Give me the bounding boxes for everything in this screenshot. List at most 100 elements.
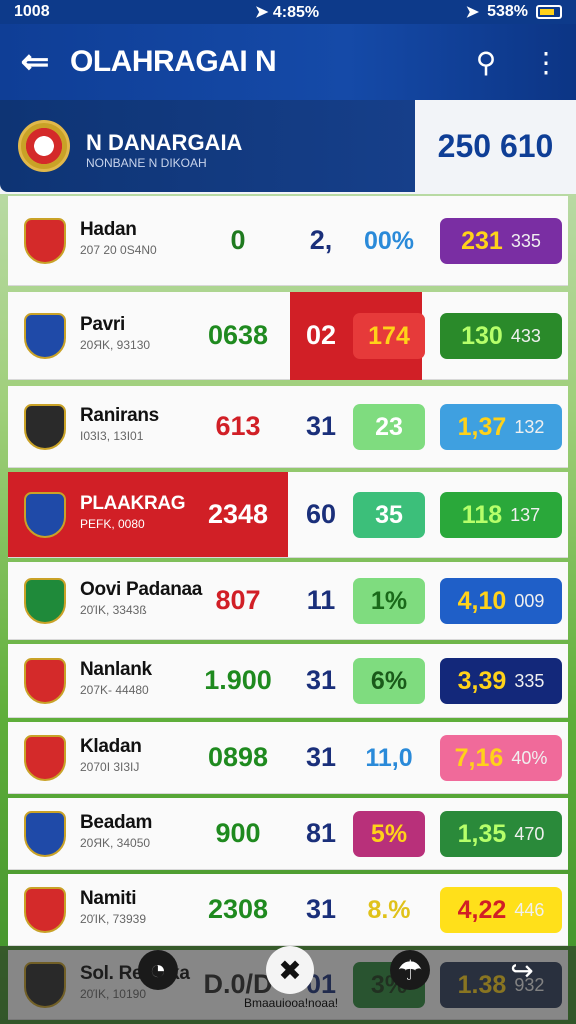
stat-value-2: 2, [309, 225, 333, 255]
stat-value-2: 31 [305, 665, 337, 695]
team-subtitle: 20ΊK, 73939 [80, 912, 146, 926]
back-menu-icon[interactable]: ⇐ [0, 42, 70, 82]
tools-icon[interactable]: ✖ [266, 946, 314, 994]
team-row[interactable]: PLAAKRAG PEFK, 0080 2348 60 35 118 137 [8, 472, 568, 558]
odds-button[interactable]: 1,35 470 [440, 811, 562, 857]
whistle-icon[interactable]: ☂ [390, 950, 430, 990]
status-right: ➤ 538% [466, 2, 562, 22]
odds-main-value: 1,35 [457, 819, 507, 848]
stat-value-1: 2308 [207, 894, 269, 924]
odds-secondary-value: 009 [514, 590, 545, 611]
team-name: Namiti [80, 888, 137, 909]
odds-main-value: 4,10 [457, 586, 507, 615]
stat-value-2: 60 [305, 499, 337, 529]
team-logo-icon [24, 811, 66, 857]
team-row[interactable]: Nanlank 207K- 44480 1.900 31 6% 3,39 335 [8, 644, 568, 718]
stat-badge: 35 [353, 492, 425, 538]
stat-badge: 5% [353, 811, 425, 857]
odds-button[interactable]: 7,16 40% [440, 735, 562, 781]
team-subtitle: 20ЯK, 34050 [80, 836, 151, 850]
stat-badge: 8.% [367, 895, 411, 924]
app-bar: ⇐ OLAHRAGAI N ⚲ ⋮ [0, 24, 576, 100]
featured-score: 250 610 [437, 127, 554, 164]
stat-value-1: 0638 [207, 320, 269, 350]
team-name: PLAAKRAG [80, 493, 186, 514]
team-subtitle: I03I3, 13I01 [80, 429, 144, 443]
team-name: Nanlank [80, 659, 152, 680]
page-title: OLAHRAGAI N [70, 45, 277, 78]
stat-value-2: 11 [306, 585, 336, 615]
team-name: Beadam [80, 812, 153, 833]
odds-secondary-value: 132 [514, 416, 545, 437]
odds-button[interactable]: 4,22 446 [440, 887, 562, 933]
odds-main-value: 4,22 [457, 895, 507, 924]
stat-value-2: 31 [305, 894, 337, 924]
team-row[interactable]: Hadan 207 20 0S4N0 0 2, 00% 231 335 [8, 196, 568, 286]
team-name: Hadan [80, 219, 137, 240]
stat-value-2: 02 [305, 320, 337, 350]
stat-value-2: 81 [305, 818, 337, 848]
status-location: ➤ 4:85% [255, 4, 320, 21]
team-row[interactable]: Kladan 2070I 3I3IJ 0898 31 11,0 7,16 40% [8, 722, 568, 794]
odds-main-value: 7,16 [454, 743, 504, 772]
featured-team-subtitle: NONBANE N DIKOAH [86, 156, 207, 170]
stat-value-1: 807 [215, 585, 261, 615]
stat-value-1: 2348 [207, 499, 269, 529]
status-center-text: 4:85% [272, 4, 320, 21]
team-name: Ranirans [80, 405, 159, 426]
stat-value-1: 900 [215, 818, 261, 848]
team-row[interactable]: Beadam 20ЯK, 34050 900 81 5% 1,35 470 [8, 798, 568, 870]
stat-value-1: 1.900 [204, 665, 272, 695]
featured-team-name: N DANARGAIA [86, 130, 243, 155]
team-name: Pavri [80, 314, 125, 335]
status-time: 1008 [14, 3, 50, 20]
more-options-icon[interactable]: ⋮ [516, 46, 576, 79]
team-logo-icon [24, 658, 66, 704]
bottom-nav: ◔ ✖ ☂ ↪ [0, 946, 576, 1024]
stat-value-1: 0 [230, 225, 246, 255]
team-row[interactable]: Ranirans I03I3, 13I01 613 31 23 1,37 132 [8, 386, 568, 468]
team-subtitle: 20ΊK, 3343ß [80, 603, 147, 617]
odds-secondary-value: 433 [510, 325, 541, 346]
odds-secondary-value: 335 [510, 230, 541, 251]
stat-badge: 11,0 [365, 743, 413, 772]
odds-button[interactable]: 3,39 335 [440, 658, 562, 704]
odds-button[interactable]: 118 137 [440, 492, 562, 538]
team-subtitle: 20ЯK, 93130 [80, 338, 151, 352]
team-row[interactable]: Oovi Padanaa 20ΊK, 3343ß 807 11 1% 4,10 009 [8, 562, 568, 640]
odds-button[interactable]: 130 433 [440, 313, 562, 359]
odds-button[interactable]: 4,10 009 [440, 578, 562, 624]
stat-value-1: 613 [215, 411, 261, 441]
battery-icon [536, 5, 562, 19]
odds-main-value: 231 [461, 226, 503, 255]
stat-badge: 6% [353, 658, 425, 704]
football-icon[interactable]: ◔ [138, 950, 178, 990]
stat-badge: 1% [353, 578, 425, 624]
share-icon[interactable]: ↪ [502, 950, 542, 990]
team-row[interactable]: Namiti 20ΊK, 73939 2308 31 8.% 4,22 446 [8, 874, 568, 946]
odds-button[interactable]: 1,37 132 [440, 404, 562, 450]
stat-badge: 00% [363, 226, 415, 255]
odds-main-value: 1,37 [457, 412, 507, 441]
team-logo-icon [24, 735, 66, 781]
search-icon[interactable]: ⚲ [456, 46, 516, 79]
odds-secondary-value: 446 [514, 899, 545, 920]
bottom-caption: Bmaauiooa!noaa! [244, 996, 339, 1010]
odds-secondary-value: 470 [514, 823, 545, 844]
team-name: Oovi Padanaa [80, 579, 203, 600]
featured-team-panel: N DANARGAIA NONBANE N DIKOAH [0, 100, 415, 192]
battery-text: 538% [487, 3, 528, 20]
location-icon: ➤ [465, 4, 480, 21]
stat-value-2: 31 [305, 742, 337, 772]
team-logo-icon [24, 404, 66, 450]
team-subtitle: 207 20 0S4N0 [80, 243, 157, 257]
team-row[interactable]: Pavri 20ЯK, 93130 0638 02 174 130 433 [8, 292, 568, 380]
team-logo-icon [24, 218, 66, 264]
odds-secondary-value: 40% [511, 747, 548, 768]
odds-button[interactable]: 231 335 [440, 218, 562, 264]
team-subtitle: 2070I 3I3IJ [80, 760, 140, 774]
team-logo-icon [24, 492, 66, 538]
team-crest-icon [18, 120, 70, 172]
team-subtitle: PEFK, 0080 [80, 517, 145, 531]
featured-card[interactable]: N DANARGAIA NONBANE N DIKOAH 250 610 [0, 100, 576, 194]
